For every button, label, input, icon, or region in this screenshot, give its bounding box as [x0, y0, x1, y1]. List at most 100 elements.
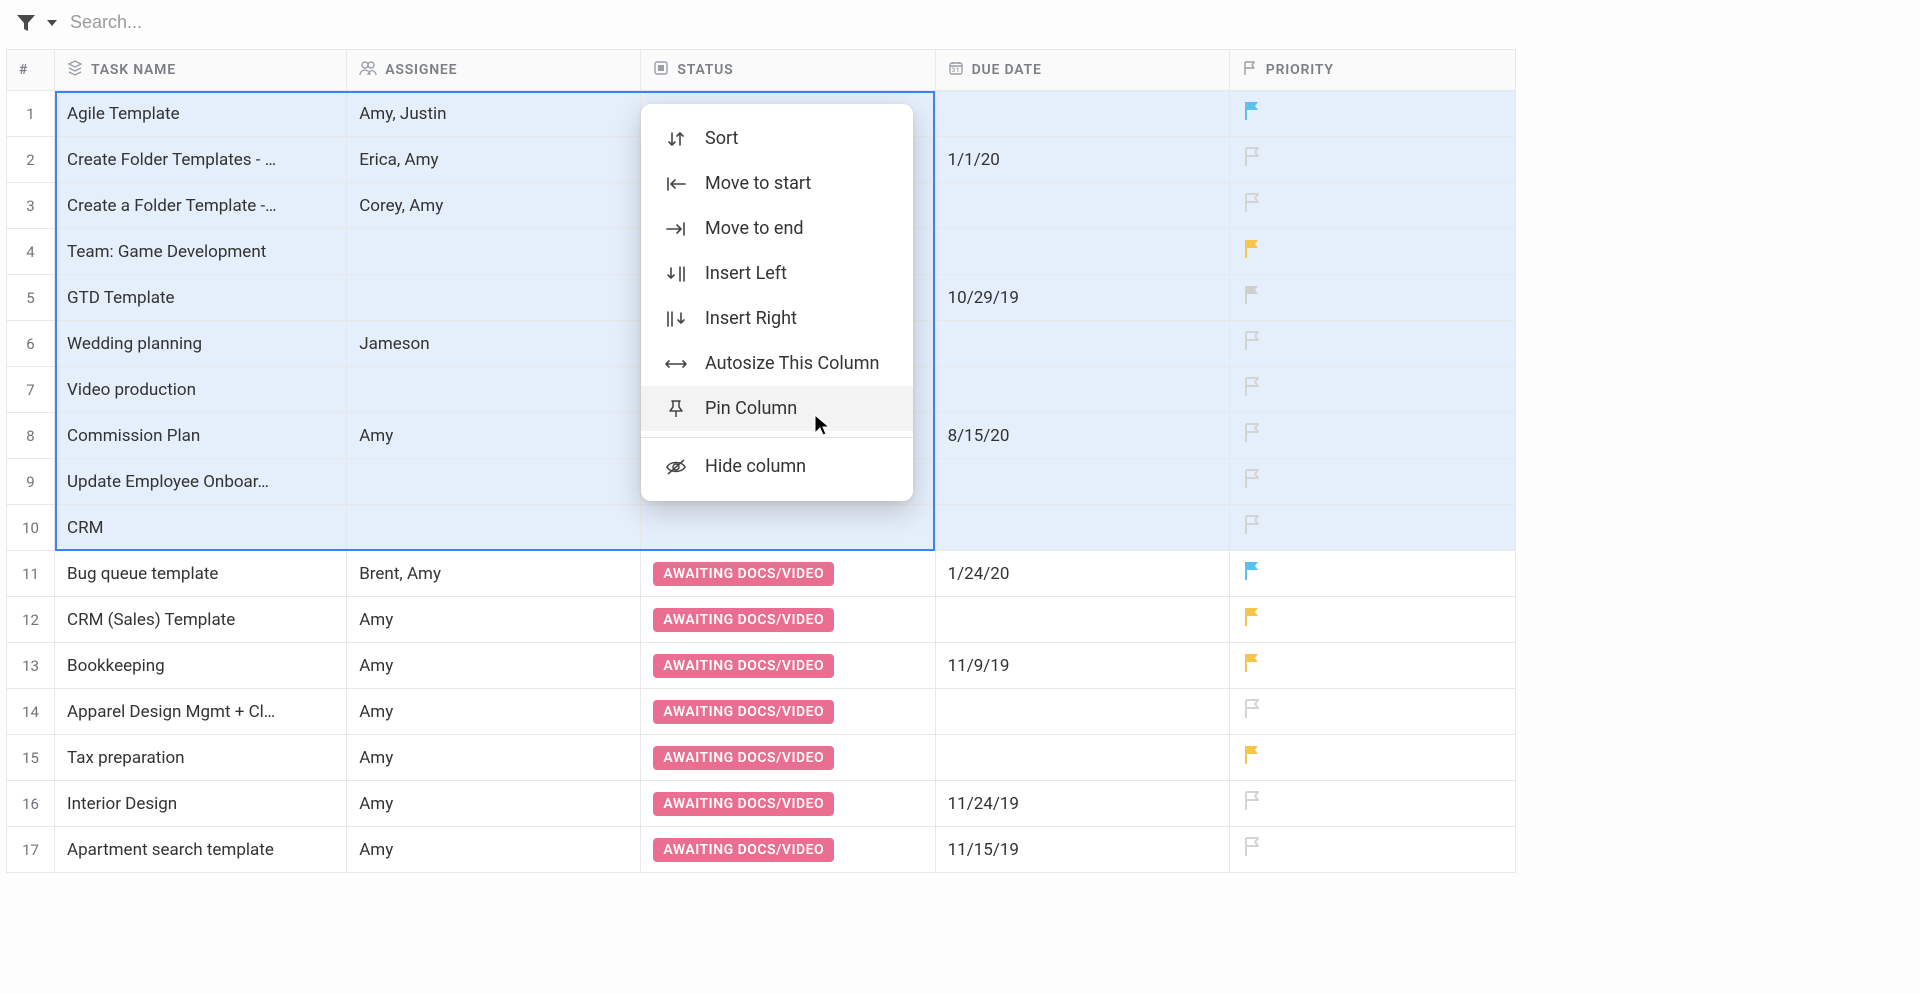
due-cell[interactable]: 10/29/19 [935, 275, 1229, 321]
menu-move-end[interactable]: Move to end [641, 206, 913, 251]
menu-move-start[interactable]: Move to start [641, 161, 913, 206]
priority-cell[interactable] [1229, 597, 1515, 643]
task-cell[interactable]: Agile Template [55, 91, 347, 137]
assignee-cell[interactable]: Erica, Amy [347, 137, 641, 183]
priority-cell[interactable] [1229, 275, 1515, 321]
assignee-cell[interactable]: Corey, Amy [347, 183, 641, 229]
status-cell[interactable] [641, 505, 935, 551]
priority-cell[interactable] [1229, 827, 1515, 873]
task-cell[interactable]: Create Folder Templates - … [55, 137, 347, 183]
table-row[interactable]: 12CRM (Sales) TemplateAmyAWAITING DOCS/V… [7, 597, 1516, 643]
due-cell[interactable]: 11/24/19 [935, 781, 1229, 827]
assignee-cell[interactable] [347, 229, 641, 275]
due-cell[interactable] [935, 321, 1229, 367]
due-cell[interactable] [935, 229, 1229, 275]
task-cell[interactable]: Update Employee Onboar… [55, 459, 347, 505]
table-row[interactable]: 11Bug queue templateBrent, AmyAWAITING D… [7, 551, 1516, 597]
menu-insert-right[interactable]: Insert Right [641, 296, 913, 341]
col-header-task[interactable]: TASK NAME [55, 50, 347, 91]
due-cell[interactable] [935, 367, 1229, 413]
task-cell[interactable]: Bookkeeping [55, 643, 347, 689]
table-row[interactable]: 15Tax preparationAmyAWAITING DOCS/VIDEO [7, 735, 1516, 781]
assignee-cell[interactable] [347, 275, 641, 321]
task-cell[interactable]: CRM (Sales) Template [55, 597, 347, 643]
priority-cell[interactable] [1229, 551, 1515, 597]
assignee-cell[interactable] [347, 505, 641, 551]
status-cell[interactable]: AWAITING DOCS/VIDEO [641, 781, 935, 827]
task-cell[interactable]: Bug queue template [55, 551, 347, 597]
assignee-cell[interactable]: Amy [347, 413, 641, 459]
menu-insert-left[interactable]: Insert Left [641, 251, 913, 296]
due-cell[interactable]: 1/24/20 [935, 551, 1229, 597]
assignee-cell[interactable]: Amy [347, 781, 641, 827]
task-cell[interactable]: GTD Template [55, 275, 347, 321]
priority-cell[interactable] [1229, 781, 1515, 827]
assignee-cell[interactable]: Amy [347, 689, 641, 735]
due-cell[interactable] [935, 459, 1229, 505]
status-cell[interactable]: AWAITING DOCS/VIDEO [641, 689, 935, 735]
table-row[interactable]: 17Apartment search templateAmyAWAITING D… [7, 827, 1516, 873]
due-cell[interactable] [935, 183, 1229, 229]
priority-cell[interactable] [1229, 735, 1515, 781]
priority-cell[interactable] [1229, 91, 1515, 137]
task-cell[interactable]: Team: Game Development [55, 229, 347, 275]
due-cell[interactable] [935, 597, 1229, 643]
priority-cell[interactable] [1229, 505, 1515, 551]
priority-cell[interactable] [1229, 643, 1515, 689]
priority-cell[interactable] [1229, 367, 1515, 413]
task-cell[interactable]: CRM [55, 505, 347, 551]
priority-cell[interactable] [1229, 183, 1515, 229]
assignee-cell[interactable]: Amy [347, 735, 641, 781]
priority-cell[interactable] [1229, 413, 1515, 459]
status-cell[interactable]: AWAITING DOCS/VIDEO [641, 643, 935, 689]
due-cell[interactable] [935, 735, 1229, 781]
col-header-due[interactable]: 31 DUE DATE [935, 50, 1229, 91]
assignee-cell[interactable]: Amy [347, 597, 641, 643]
due-cell[interactable]: 1/1/20 [935, 137, 1229, 183]
task-cell[interactable]: Commission Plan [55, 413, 347, 459]
table-row[interactable]: 16Interior DesignAmyAWAITING DOCS/VIDEO1… [7, 781, 1516, 827]
status-cell[interactable]: AWAITING DOCS/VIDEO [641, 597, 935, 643]
task-cell[interactable]: Create a Folder Template -… [55, 183, 347, 229]
menu-autosize[interactable]: Autosize This Column [641, 341, 913, 386]
due-cell[interactable] [935, 689, 1229, 735]
menu-pin[interactable]: Pin Column [641, 386, 913, 431]
col-header-status[interactable]: STATUS [641, 50, 935, 91]
due-cell[interactable]: 8/15/20 [935, 413, 1229, 459]
status-cell[interactable]: AWAITING DOCS/VIDEO [641, 551, 935, 597]
assignee-cell[interactable]: Amy [347, 827, 641, 873]
status-cell[interactable]: AWAITING DOCS/VIDEO [641, 735, 935, 781]
due-cell[interactable] [935, 505, 1229, 551]
assignee-cell[interactable]: Jameson [347, 321, 641, 367]
due-cell[interactable] [935, 91, 1229, 137]
priority-cell[interactable] [1229, 229, 1515, 275]
table-row[interactable]: 14Apparel Design Mgmt + Cl…AmyAWAITING D… [7, 689, 1516, 735]
col-header-number[interactable]: # [7, 50, 55, 91]
priority-cell[interactable] [1229, 321, 1515, 367]
menu-hide[interactable]: Hide column [641, 444, 913, 489]
priority-cell[interactable] [1229, 137, 1515, 183]
assignee-cell[interactable]: Amy, Justin [347, 91, 641, 137]
assignee-cell[interactable] [347, 367, 641, 413]
filter-icon[interactable] [16, 14, 36, 32]
task-cell[interactable]: Video production [55, 367, 347, 413]
table-row[interactable]: 10CRM [7, 505, 1516, 551]
col-header-priority[interactable]: PRIORITY [1229, 50, 1515, 91]
task-cell[interactable]: Apparel Design Mgmt + Cl… [55, 689, 347, 735]
status-cell[interactable]: AWAITING DOCS/VIDEO [641, 827, 935, 873]
due-cell[interactable]: 11/15/19 [935, 827, 1229, 873]
assignee-cell[interactable]: Amy [347, 643, 641, 689]
task-cell[interactable]: Apartment search template [55, 827, 347, 873]
table-row[interactable]: 13BookkeepingAmyAWAITING DOCS/VIDEO11/9/… [7, 643, 1516, 689]
priority-cell[interactable] [1229, 459, 1515, 505]
priority-cell[interactable] [1229, 689, 1515, 735]
assignee-cell[interactable] [347, 459, 641, 505]
filter-dropdown-caret-icon[interactable] [46, 18, 58, 28]
assignee-cell[interactable]: Brent, Amy [347, 551, 641, 597]
task-cell[interactable]: Interior Design [55, 781, 347, 827]
col-header-assignee[interactable]: ASSIGNEE [347, 50, 641, 91]
task-cell[interactable]: Tax preparation [55, 735, 347, 781]
due-cell[interactable]: 11/9/19 [935, 643, 1229, 689]
menu-sort[interactable]: Sort [641, 116, 913, 161]
task-cell[interactable]: Wedding planning [55, 321, 347, 367]
